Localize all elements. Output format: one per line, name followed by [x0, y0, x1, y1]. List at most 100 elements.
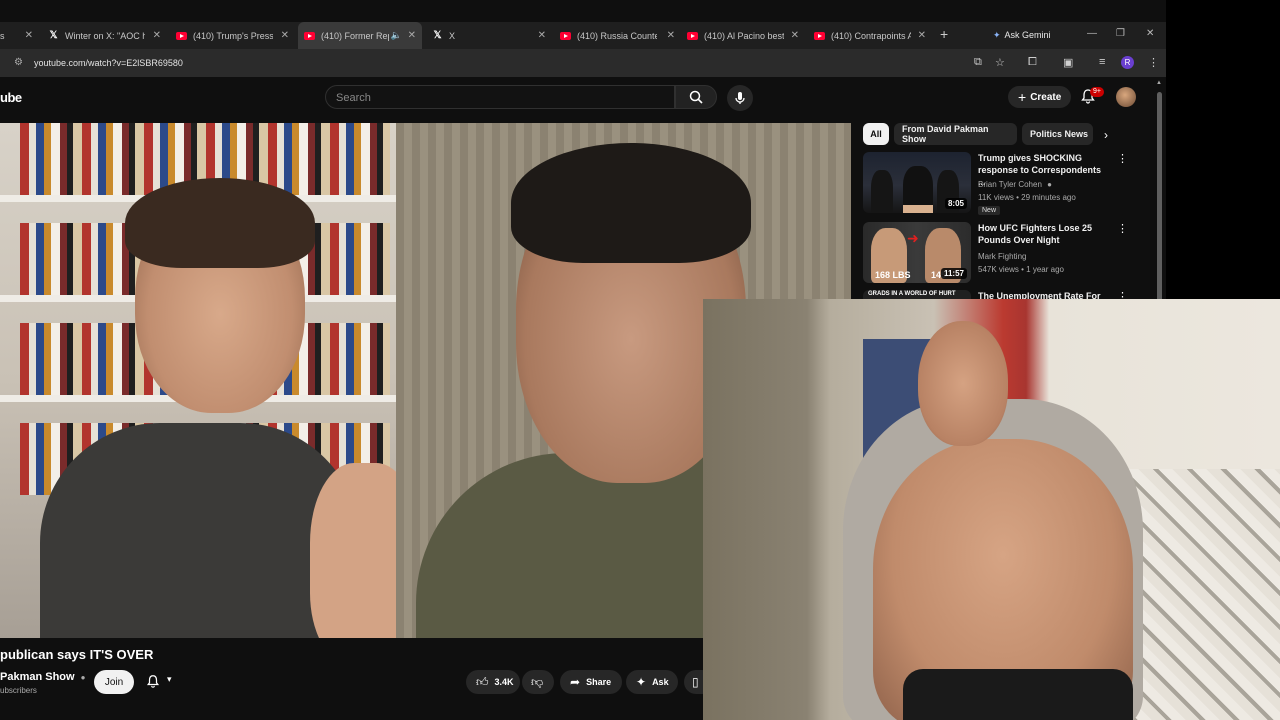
search-icon — [689, 90, 703, 104]
recommendation-item[interactable]: 8:05 Trump gives SHOCKING response to Co… — [863, 152, 1163, 218]
chip-all[interactable]: All — [863, 123, 889, 145]
like-count: 3.4K — [494, 677, 514, 687]
address-bar: ⚙ youtube.com/watch?v=E2lSBR69580 ⧉ ☆ ⧠ … — [0, 49, 1166, 77]
tab-close-icon[interactable]: ✕ — [408, 30, 416, 41]
tab-4[interactable]: 𝕏 X ✕ — [432, 22, 548, 49]
gemini-sparkle-icon: ✦ — [993, 29, 1001, 40]
streamer-pants — [903, 669, 1133, 720]
new-tab-plus-icon[interactable]: + — [940, 26, 948, 42]
tab-label: X — [449, 30, 456, 41]
video-thumbnail[interactable]: 8:05 — [863, 152, 971, 213]
tab-1[interactable]: 𝕏 Winter on X: "AOC has ✕ — [48, 22, 163, 49]
tab-3[interactable]: (410) Former Repub 🔈 ✕ — [298, 22, 422, 49]
tab-6[interactable]: (410) Al Pacino best sp ✕ — [687, 22, 801, 49]
channel-name[interactable]: Pakman Show ● — [0, 671, 85, 683]
search-button[interactable] — [675, 85, 717, 109]
guest-hair — [511, 143, 751, 263]
recommendation-title[interactable]: How UFC Fighters Lose 25 Pounds Over Nig… — [978, 222, 1108, 246]
minimize-icon[interactable]: — — [1087, 28, 1097, 39]
recommendation-channel[interactable]: Mark Fighting — [978, 252, 1026, 261]
video-thumbnail[interactable]: 168 LBS 145 ➜ 11:57 — [863, 222, 971, 283]
restore-icon[interactable]: ❐ — [1116, 28, 1125, 39]
scrollbar-thumb[interactable] — [1157, 92, 1162, 302]
video-title: publican says IT'S OVER — [0, 647, 154, 662]
recommendation-channel[interactable]: Brian Tyler Cohen ● — [978, 180, 1052, 189]
webcam-overlay — [703, 299, 1280, 720]
more-options-icon[interactable]: ⋮ — [1117, 152, 1128, 165]
tab-close-icon[interactable]: ✕ — [281, 30, 289, 41]
share-arrow-icon: ➦ — [570, 675, 581, 689]
share-button[interactable]: ➦ Share — [560, 670, 622, 694]
tab-close-icon[interactable]: ✕ — [667, 30, 675, 41]
voice-search-button[interactable] — [727, 85, 753, 111]
speaker-icon[interactable]: 🔈 — [391, 30, 402, 41]
video-duration: 8:05 — [944, 198, 967, 209]
tab-close-icon[interactable]: ✕ — [153, 30, 161, 41]
menu-kebab-icon[interactable]: ⋮ — [1148, 56, 1159, 69]
plus-icon: + — [1018, 89, 1027, 105]
tab-close-icon[interactable]: ✕ — [791, 30, 799, 41]
tab-label: Winter on X: "AOC has — [65, 30, 145, 41]
youtube-icon — [560, 30, 571, 41]
thumbnail-text: 168 LBS — [875, 270, 911, 280]
profile-avatar[interactable]: R — [1121, 56, 1134, 69]
install-app-icon[interactable]: ⧉ — [974, 56, 982, 69]
chevron-down-icon[interactable]: ▾ — [167, 674, 172, 685]
media-controls-icon[interactable]: ≡ — [1099, 56, 1105, 68]
tab-label: (410) Al Pacino best sp — [704, 30, 784, 41]
recommendation-item[interactable]: 168 LBS 145 ➜ 11:57 How UFC Fighters Los… — [863, 222, 1163, 288]
streamer-face — [918, 321, 1008, 446]
tab-0[interactable]: s ✕ — [0, 22, 38, 49]
account-avatar[interactable] — [1116, 87, 1136, 107]
tab-label: (410) Contrapoints ATT — [831, 30, 911, 41]
tab-close-icon[interactable]: ✕ — [918, 30, 926, 41]
x-logo-icon: 𝕏 — [49, 30, 58, 41]
youtube-icon — [304, 30, 315, 41]
search-input[interactable]: Search — [325, 85, 675, 109]
host-hair — [125, 178, 315, 268]
site-info-icon[interactable]: ⚙ — [14, 57, 23, 68]
thumbnail-figure — [903, 166, 933, 213]
chip-from-channel[interactable]: From David Pakman Show — [894, 123, 1017, 145]
tab-label: s — [0, 30, 5, 41]
chip-politics-news[interactable]: Politics News — [1022, 123, 1093, 145]
create-button[interactable]: + Create — [1008, 86, 1072, 108]
video-left-panel — [0, 123, 396, 638]
host-hand — [310, 463, 396, 638]
more-options-icon[interactable]: ⋮ — [1117, 222, 1128, 235]
dislike-button[interactable]: 👎︎ — [522, 670, 554, 694]
ask-button[interactable]: ✦ Ask — [626, 670, 678, 694]
video-duration: 11:57 — [940, 268, 967, 279]
share-label: Share — [586, 677, 612, 687]
chevron-right-icon[interactable]: › — [1104, 128, 1108, 142]
extensions-icon[interactable]: ⧠ — [1028, 56, 1037, 69]
x-logo-icon: 𝕏 — [433, 30, 442, 41]
tab-bar: s ✕ 𝕏 Winter on X: "AOC has ✕ (410) Trum… — [0, 22, 1166, 49]
search-placeholder: Search — [336, 92, 371, 104]
create-label: Create — [1030, 91, 1062, 103]
tab-2[interactable]: (410) Trump's Press Dir ✕ — [176, 22, 291, 49]
verified-check-icon: ● — [80, 673, 86, 682]
tab-close-icon[interactable]: ✕ — [538, 30, 546, 41]
ask-gemini-button[interactable]: ✦ Ask Gemini — [993, 27, 1051, 43]
ask-label: Ask — [652, 677, 669, 687]
url-field[interactable]: youtube.com/watch?v=E2lSBR69580 — [34, 58, 183, 68]
youtube-icon — [814, 30, 825, 41]
tab-7[interactable]: (410) Contrapoints ATT ✕ — [814, 22, 928, 49]
subscription-bell-icon[interactable] — [146, 674, 160, 688]
youtube-icon — [687, 30, 698, 41]
thumbnail-figure — [871, 170, 893, 213]
tab-label: (410) Former Repub — [321, 30, 389, 41]
youtube-logo[interactable]: ube — [0, 90, 22, 105]
profile-initial: R — [1124, 58, 1131, 67]
tab-close-icon[interactable]: ✕ — [25, 30, 33, 41]
sparkle-icon: ✦ — [636, 675, 647, 689]
recommendation-meta: 547K views • 1 year ago — [978, 265, 1064, 274]
like-button[interactable]: 👍︎ 3.4K — [466, 670, 520, 694]
join-button[interactable]: Join — [94, 670, 134, 694]
tab-5[interactable]: (410) Russia Counterat ✕ — [560, 22, 677, 49]
bookmark-star-icon[interactable]: ☆ — [995, 56, 1005, 69]
close-window-icon[interactable]: ✕ — [1146, 28, 1154, 39]
side-panel-icon[interactable]: ▣ — [1063, 56, 1073, 69]
scroll-up-arrow-icon[interactable]: ▲ — [1156, 80, 1162, 86]
